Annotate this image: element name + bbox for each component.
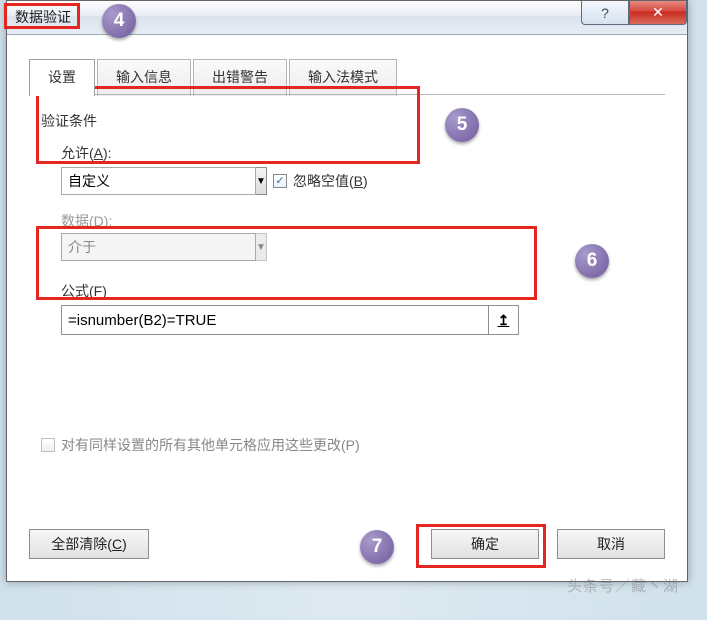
- window-title: 数据验证: [15, 7, 71, 27]
- close-button[interactable]: ✕: [629, 1, 687, 25]
- apply-to-all-label: 对有同样设置的所有其他单元格应用这些更改(P): [61, 435, 360, 455]
- tab-input-message[interactable]: 输入信息: [97, 59, 191, 96]
- chevron-down-icon: ▼: [256, 233, 267, 261]
- allow-value[interactable]: [61, 167, 256, 195]
- apply-to-all-checkbox: 对有同样设置的所有其他单元格应用这些更改(P): [41, 435, 360, 455]
- checkbox-checked-icon: ✓: [273, 174, 287, 188]
- annotation-badge-4: 4: [102, 4, 136, 38]
- settings-panel: 验证条件 允许(A): ▼ ✓ 忽略空值(B) 数据(D): ▼: [29, 105, 665, 521]
- formula-input[interactable]: [61, 305, 489, 335]
- help-icon: ?: [601, 5, 609, 21]
- tab-error-alert[interactable]: 出错警告: [193, 59, 287, 96]
- ignore-blank-label: 忽略空值(B): [293, 171, 368, 191]
- formula-label: 公式(F): [61, 281, 107, 301]
- annotation-badge-6: 6: [575, 244, 609, 278]
- annotation-badge-5: 5: [445, 108, 479, 142]
- dialog-body: 设置 输入信息 出错警告 输入法模式 验证条件 允许(A): ▼ ✓ 忽略空值(…: [17, 45, 677, 571]
- tab-ime-mode[interactable]: 输入法模式: [289, 59, 397, 96]
- clear-all-button[interactable]: 全部清除(C): [29, 529, 149, 559]
- tab-divider: [29, 94, 665, 95]
- ignore-blank-checkbox[interactable]: ✓ 忽略空值(B): [273, 171, 368, 191]
- data-label: 数据(D):: [61, 211, 112, 231]
- chevron-down-icon[interactable]: ▼: [256, 167, 267, 195]
- data-dropdown: ▼: [61, 233, 251, 261]
- data-value: [61, 233, 256, 261]
- formula-row: ↥: [61, 305, 519, 335]
- cancel-button[interactable]: 取消: [557, 529, 665, 559]
- help-button[interactable]: ?: [581, 1, 629, 25]
- collapse-icon: ↥: [498, 312, 510, 329]
- tab-settings[interactable]: 设置: [29, 59, 95, 96]
- tab-strip: 设置 输入信息 出错警告 输入法模式: [29, 59, 399, 96]
- allow-label: 允许(A):: [61, 143, 112, 163]
- validation-criteria-label: 验证条件: [41, 111, 97, 131]
- range-selector-button[interactable]: ↥: [489, 305, 519, 335]
- ok-button[interactable]: 确定: [431, 529, 539, 559]
- data-validation-dialog: 数据验证 ? ✕ 设置 输入信息 出错警告 输入法模式 验证条件 允许(A): …: [6, 0, 688, 582]
- close-icon: ✕: [652, 4, 664, 21]
- allow-dropdown[interactable]: ▼: [61, 167, 251, 195]
- checkbox-unchecked-icon: [41, 438, 55, 452]
- dialog-footer: 全部清除(C) 确定 取消: [29, 525, 665, 561]
- annotation-badge-7: 7: [360, 530, 394, 564]
